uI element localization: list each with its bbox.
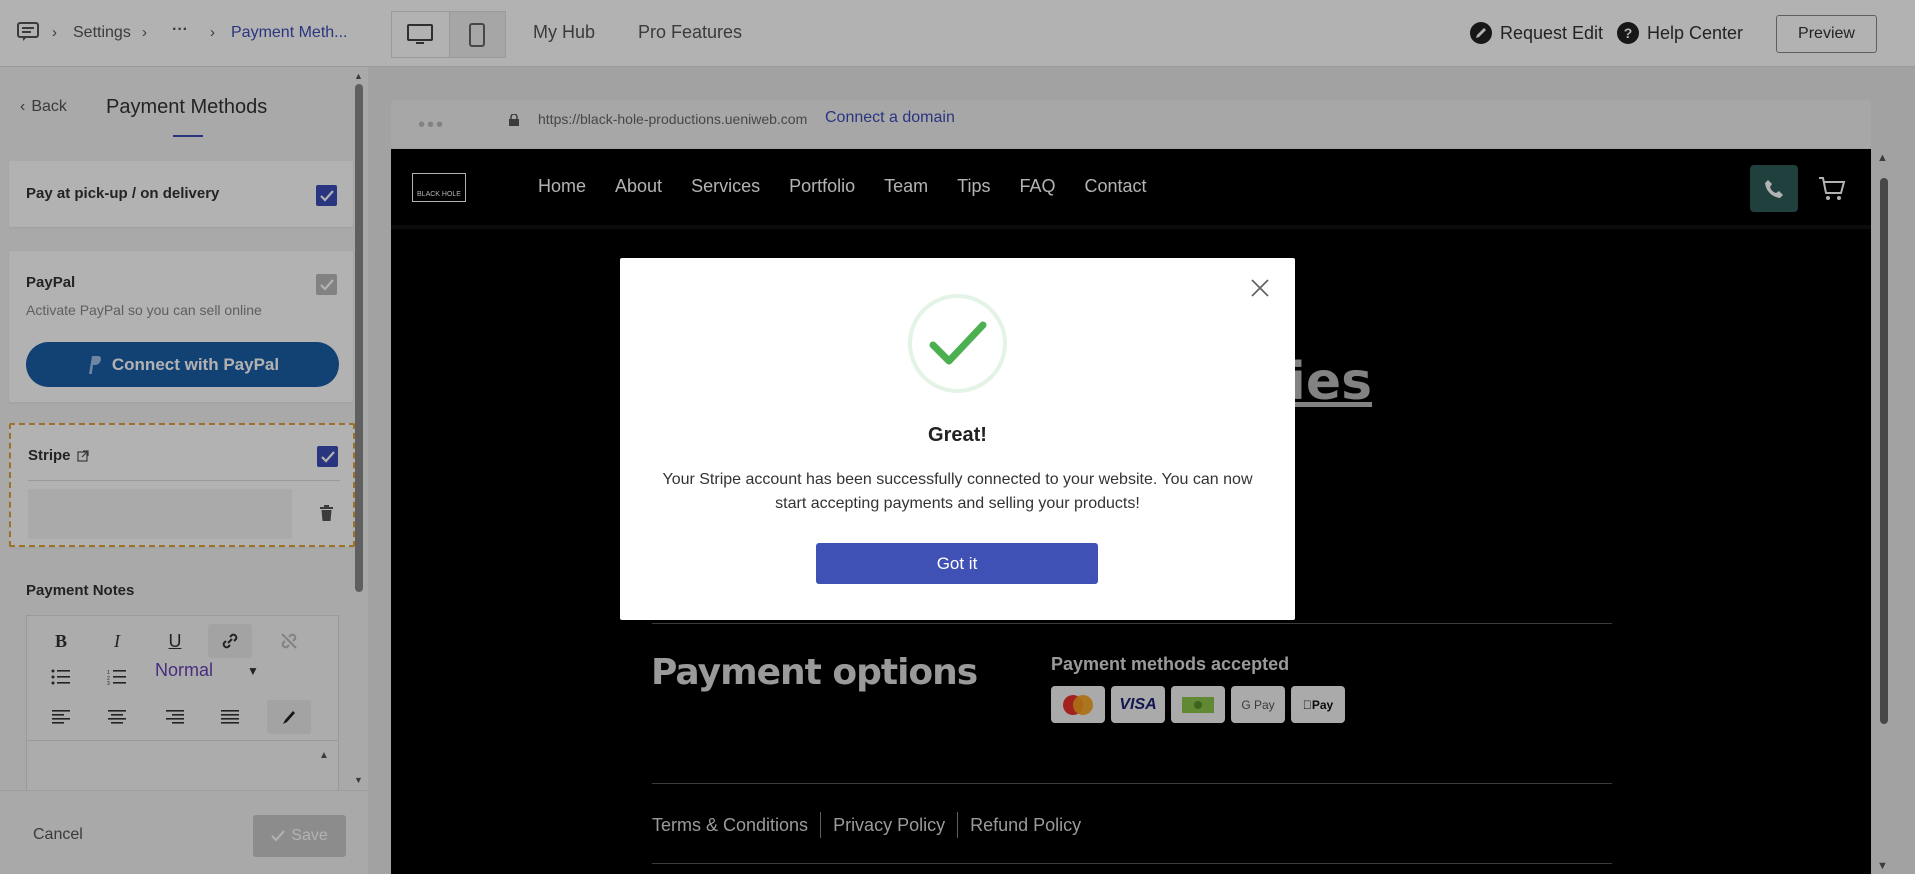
success-dialog: Great! Your Stripe account has been succ… [620,258,1295,620]
dialog-message: Your Stripe account has been successfull… [662,471,1253,512]
success-icon [908,294,1007,393]
close-icon[interactable] [1250,278,1270,303]
got-it-button[interactable]: Got it [816,543,1098,584]
checkmark-icon [929,321,986,364]
dialog-title: Great! [928,424,987,446]
